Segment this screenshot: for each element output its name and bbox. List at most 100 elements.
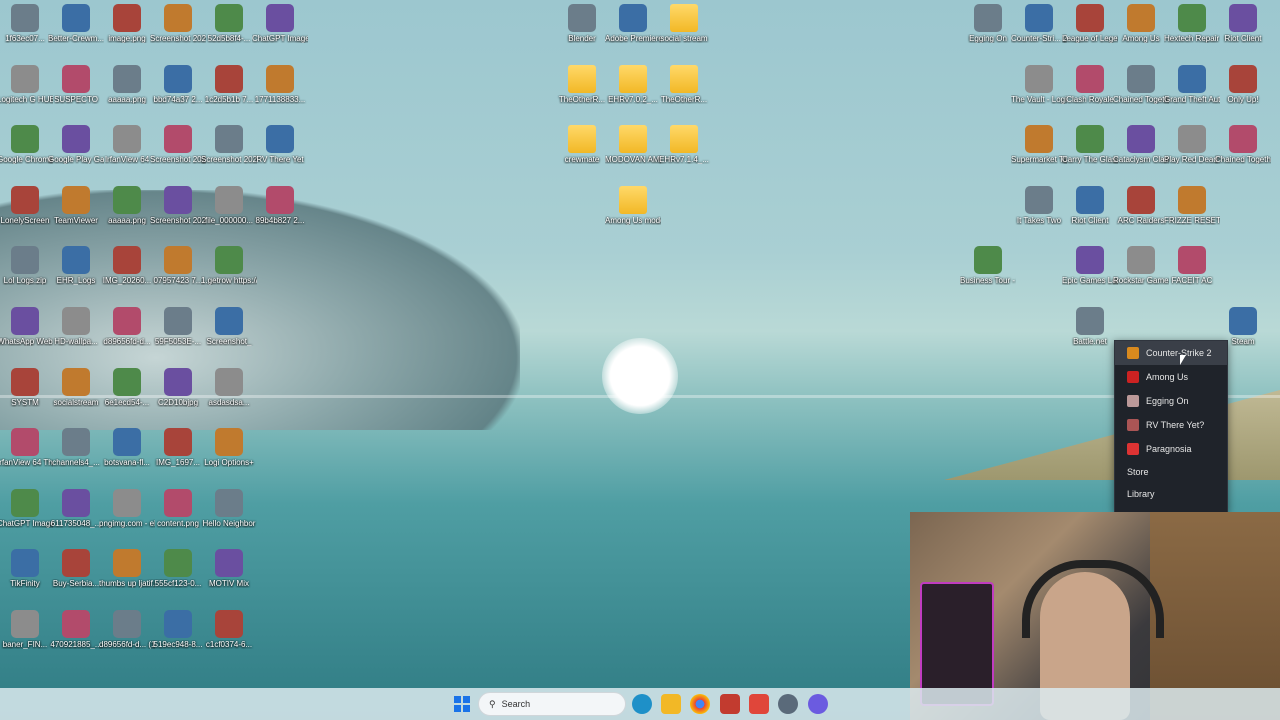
desktop-icon[interactable]: socialstream (48, 367, 104, 426)
desktop-icon[interactable]: Cataclysm Classic (1113, 125, 1169, 183)
ctx-game-item[interactable]: Paragnosia (1115, 437, 1227, 461)
desktop-icon[interactable]: The Vault - Logic Puzz... (1011, 64, 1067, 123)
taskbar-search[interactable]: ⚲ Search (478, 692, 626, 716)
desktop-icon[interactable]: Egging On (960, 4, 1016, 62)
desktop-icon[interactable]: Screenshot 2026-01-... (201, 125, 257, 183)
desktop-icon[interactable]: Buy-Serbia... (48, 549, 104, 607)
desktop-icon[interactable]: file_000000... (201, 185, 257, 244)
desktop-icon[interactable]: Among Us modovani 7 (605, 185, 661, 244)
desktop-icon[interactable]: Battle.net (1062, 307, 1118, 365)
desktop-icon[interactable]: 611735048_... (48, 488, 104, 547)
desktop-icon[interactable]: MODOVAN AMONG US (605, 125, 661, 183)
desktop-icon[interactable]: Blender (554, 4, 610, 62)
ctx-game-item[interactable]: RV There Yet? (1115, 413, 1227, 437)
desktop-icon[interactable]: Hextech Repair Tool (1164, 4, 1220, 62)
desktop-icon[interactable]: Google Chrome (0, 125, 53, 183)
desktop-icon[interactable]: C2D10bjpg (150, 367, 206, 426)
desktop-icon[interactable]: LonelyScreen (0, 185, 53, 244)
ctx-library[interactable]: Library (1115, 483, 1227, 505)
desktop-icon[interactable]: pngimg.com - elephants... (99, 488, 155, 547)
desktop-icon[interactable]: crewmate (554, 125, 610, 183)
desktop-icon[interactable]: 519ec948-8... (150, 610, 206, 668)
desktop-icon[interactable]: 1.getrow https://www... (201, 246, 257, 304)
desktop-icon[interactable]: RV There Yet (252, 125, 308, 183)
desktop-icon[interactable]: 470921885_... (48, 610, 104, 668)
desktop-icon[interactable]: IMG_1697... (150, 428, 206, 486)
desktop-icon[interactable]: social stream (656, 4, 712, 62)
desktop-icon[interactable]: 59F5053E-... (150, 307, 206, 365)
desktop-icon[interactable]: TheOtherR... (656, 64, 712, 123)
desktop-icon[interactable]: FACEIT AC (1164, 246, 1220, 304)
desktop-icon[interactable]: Chained Togethe... (1215, 125, 1271, 183)
desktop-icon[interactable]: Google Play Games (48, 125, 104, 183)
settings-icon[interactable] (778, 694, 798, 714)
desktop-icon[interactable]: 1771138833... (252, 64, 308, 123)
desktop-icon[interactable]: Screenshot 2026-01-... (150, 185, 206, 244)
desktop-icon[interactable]: 6e1ecd54-... (99, 367, 155, 426)
desktop-icon[interactable]: 1c2d5b1b 7... (201, 64, 257, 123)
desktop-icon[interactable]: bbd74a37 2... (150, 64, 206, 123)
desktop-icon[interactable]: TeamViewer (48, 185, 104, 244)
desktop-icon[interactable]: Play Red Dead Rede... (1164, 125, 1220, 183)
desktop-icon[interactable]: It Takes Two (1011, 185, 1067, 244)
desktop-icon[interactable]: Counter-Stri... 2 (1011, 4, 1067, 62)
desktop-icon[interactable]: Riot Client (1062, 185, 1118, 244)
desktop-icon[interactable]: image.png (99, 4, 155, 62)
desktop-icon[interactable]: 555cf123-0... (150, 549, 206, 607)
ctx-game-item[interactable]: Counter-Strike 2 (1115, 341, 1227, 365)
desktop-icon[interactable]: Chained Together (1113, 64, 1169, 123)
desktop-icon[interactable]: EHRv7.1.4_... (656, 125, 712, 183)
desktop-icon[interactable]: Rockstar Games ... (1113, 246, 1169, 304)
desktop-icon[interactable]: IMG_20260... (99, 246, 155, 304)
app-shield-icon[interactable] (720, 694, 740, 714)
desktop-icon[interactable]: content.png (150, 488, 206, 547)
desktop-icon[interactable]: HD-wallpa... (48, 307, 104, 365)
desktop-icon[interactable]: MOTIV Mix (201, 549, 257, 607)
desktop-icon[interactable]: EHR_Logs (48, 246, 104, 304)
desktop-icon[interactable]: IrfanView 64 Thumbnails (0, 428, 53, 486)
desktop-icon[interactable]: Only Up! (1215, 64, 1271, 123)
desktop-icon[interactable]: Supermarket Together (1011, 125, 1067, 183)
desktop-icon[interactable]: Better-Crewm... (48, 4, 104, 62)
desktop-icon[interactable]: IrfanView 64 (99, 125, 155, 183)
desktop-icon[interactable]: channels4_... (48, 428, 104, 486)
desktop-icon[interactable]: thumbs up ljatif.jpg (99, 549, 155, 607)
desktop-icon[interactable]: baner_FIN... (0, 610, 53, 668)
desktop-icon[interactable]: EHRv7.0.2_... (605, 64, 661, 123)
desktop-icon[interactable]: 52d5b8f4-... (201, 4, 257, 62)
ctx-game-item[interactable]: Among Us (1115, 365, 1227, 389)
desktop-icon[interactable]: 07957423 7... (150, 246, 206, 304)
chrome-icon[interactable] (690, 694, 710, 714)
file-explorer-icon[interactable] (661, 694, 681, 714)
desktop-icon[interactable]: c1cf0374-6... (201, 610, 257, 668)
desktop-icon[interactable]: Hello Neighbor (201, 488, 257, 547)
desktop-icon[interactable]: 89b4b827 2... (252, 185, 308, 244)
desktop-icon[interactable]: TheOtherR... (554, 64, 610, 123)
desktop-icon[interactable]: Screenshot 2026-01-... (150, 125, 206, 183)
desktop-icon[interactable]: WhatsApp Web (0, 307, 53, 365)
desktop-icon[interactable]: Riot Client (1215, 4, 1271, 62)
edge-icon[interactable] (632, 694, 652, 714)
desktop-icon[interactable]: Among Us (1113, 4, 1169, 62)
desktop-icon[interactable]: ChatGPT Image Sep ... (0, 488, 53, 547)
desktop-icon[interactable]: asdasdsa... (201, 367, 257, 426)
desktop-icon[interactable]: aaaaa.png (99, 185, 155, 244)
desktop-icon[interactable]: SYSTM (0, 367, 53, 426)
desktop-icon[interactable]: Grand Theft Auto V (1164, 64, 1220, 123)
desktop-icon[interactable]: FRIZZE RESET STREMIO (1) (1164, 185, 1220, 244)
desktop-icon[interactable]: botsvana-fl... (99, 428, 155, 486)
desktop-icon[interactable]: d89656fd-d... (99, 307, 155, 365)
desktop-icon[interactable]: Adobe Premiere P... (605, 4, 661, 62)
desktop-icon[interactable]: Logi Options+ (201, 428, 257, 486)
desktop-icon[interactable]: Screenshot_ (201, 307, 257, 365)
desktop-icon[interactable]: Clash Royale (1062, 64, 1118, 123)
ctx-game-item[interactable]: Egging On (1115, 389, 1227, 413)
desktop-icon[interactable]: 1f63ec07... (0, 4, 53, 62)
discord-icon[interactable] (808, 694, 828, 714)
tikfinity-icon[interactable] (749, 694, 769, 714)
desktop-icon[interactable]: Carry The Glass (1062, 125, 1118, 183)
desktop-icon[interactable]: Epic Games Launcher (1062, 246, 1118, 304)
desktop-icon[interactable]: Logitech G HUB (0, 64, 53, 123)
desktop-icon[interactable]: ARC Raiders (1113, 185, 1169, 244)
desktop-icon[interactable]: aaaaa.png (99, 64, 155, 123)
